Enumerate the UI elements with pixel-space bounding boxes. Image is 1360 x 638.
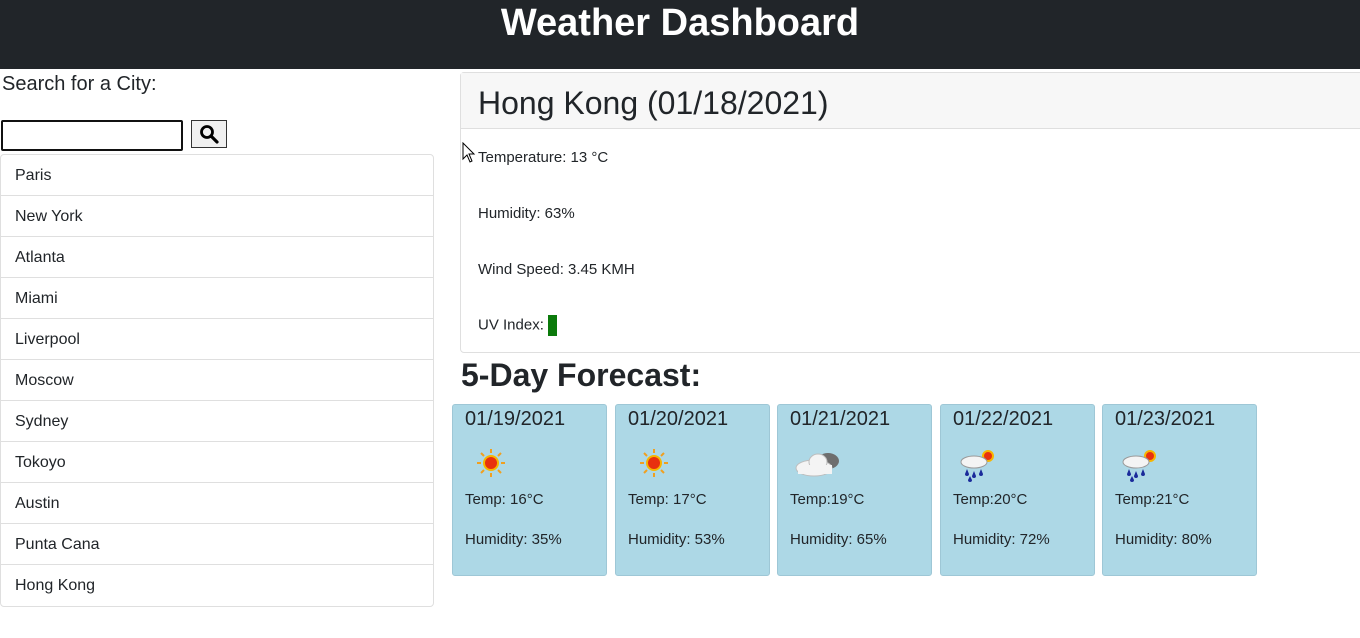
forecast-temp: Temp: 16°C [465, 491, 544, 508]
current-uv-row: UV Index: 0 [478, 315, 558, 336]
forecast-card: 01/21/2021 Temp:19°C Humidity: 65% [777, 404, 932, 576]
forecast-card: 01/23/2021 Temp:21°C Humidity: 80% [1102, 404, 1257, 576]
current-weather-header: Hong Kong (01/18/2021) [461, 73, 1360, 129]
city-history-list: Paris New York Atlanta Miami Liverpool M… [0, 154, 434, 607]
app-header: Weather Dashboard [0, 0, 1360, 69]
current-weather-card: Hong Kong (01/18/2021) Temperature: 13 °… [460, 72, 1360, 353]
search-label: Search for a City: [2, 73, 157, 95]
search-button[interactable] [191, 120, 227, 148]
city-item-hong-kong[interactable]: Hong Kong [1, 565, 433, 606]
current-wind-speed: Wind Speed: 3.45 KMH [478, 261, 635, 278]
city-item-liverpool[interactable]: Liverpool [1, 319, 433, 360]
cloud-icon [795, 453, 839, 477]
forecast-temp: Temp: 17°C [628, 491, 707, 508]
search-input[interactable] [1, 120, 183, 151]
sun-icon [477, 449, 505, 477]
forecast-humidity: Humidity: 65% [790, 531, 887, 548]
rain-sun-icon [1122, 450, 1156, 482]
city-item-austin[interactable]: Austin [1, 483, 433, 524]
mouse-pointer-icon [462, 142, 476, 163]
city-item-paris[interactable]: Paris [1, 155, 433, 196]
current-city-title: Hong Kong (01/18/2021) [478, 85, 829, 121]
forecast-humidity: Humidity: 53% [628, 531, 725, 548]
forecast-temp: Temp:21°C [1115, 491, 1190, 508]
forecast-date: 01/22/2021 [953, 408, 1054, 430]
current-humidity: Humidity: 63% [478, 205, 575, 222]
city-item-miami[interactable]: Miami [1, 278, 433, 319]
page-title: Weather Dashboard [500, 2, 860, 44]
forecast-temp: Temp:20°C [953, 491, 1028, 508]
city-item-moscow[interactable]: Moscow [1, 360, 433, 401]
city-item-tokoyo[interactable]: Tokoyo [1, 442, 433, 483]
magnifier-icon [200, 125, 219, 144]
sun-icon [640, 449, 668, 477]
forecast-date: 01/20/2021 [628, 408, 729, 430]
city-item-punta-cana[interactable]: Punta Cana [1, 524, 433, 565]
forecast-humidity: Humidity: 80% [1115, 531, 1212, 548]
forecast-date: 01/21/2021 [790, 408, 891, 430]
uv-index-label: UV Index: [478, 316, 544, 334]
forecast-date: 01/23/2021 [1115, 408, 1216, 430]
forecast-humidity: Humidity: 72% [953, 531, 1050, 548]
forecast-title: 5-Day Forecast: [461, 357, 702, 393]
forecast-date: 01/19/2021 [465, 408, 566, 430]
forecast-card: 01/19/2021 Temp: 16°C Humidity: 35% [452, 404, 607, 576]
forecast-temp: Temp:19°C [790, 491, 865, 508]
uv-index-badge: 0 [548, 315, 558, 336]
current-temperature: Temperature: 13 °C [478, 149, 609, 166]
forecast-card: 01/22/2021 Temp:20°C Humidity: 72% [940, 404, 1095, 576]
city-item-new-york[interactable]: New York [1, 196, 433, 237]
forecast-card: 01/20/2021 Temp: 17°C Humidity: 53% [615, 404, 770, 576]
forecast-humidity: Humidity: 35% [465, 531, 562, 548]
city-item-sydney[interactable]: Sydney [1, 401, 433, 442]
city-item-atlanta[interactable]: Atlanta [1, 237, 433, 278]
rain-sun-icon [960, 450, 994, 482]
